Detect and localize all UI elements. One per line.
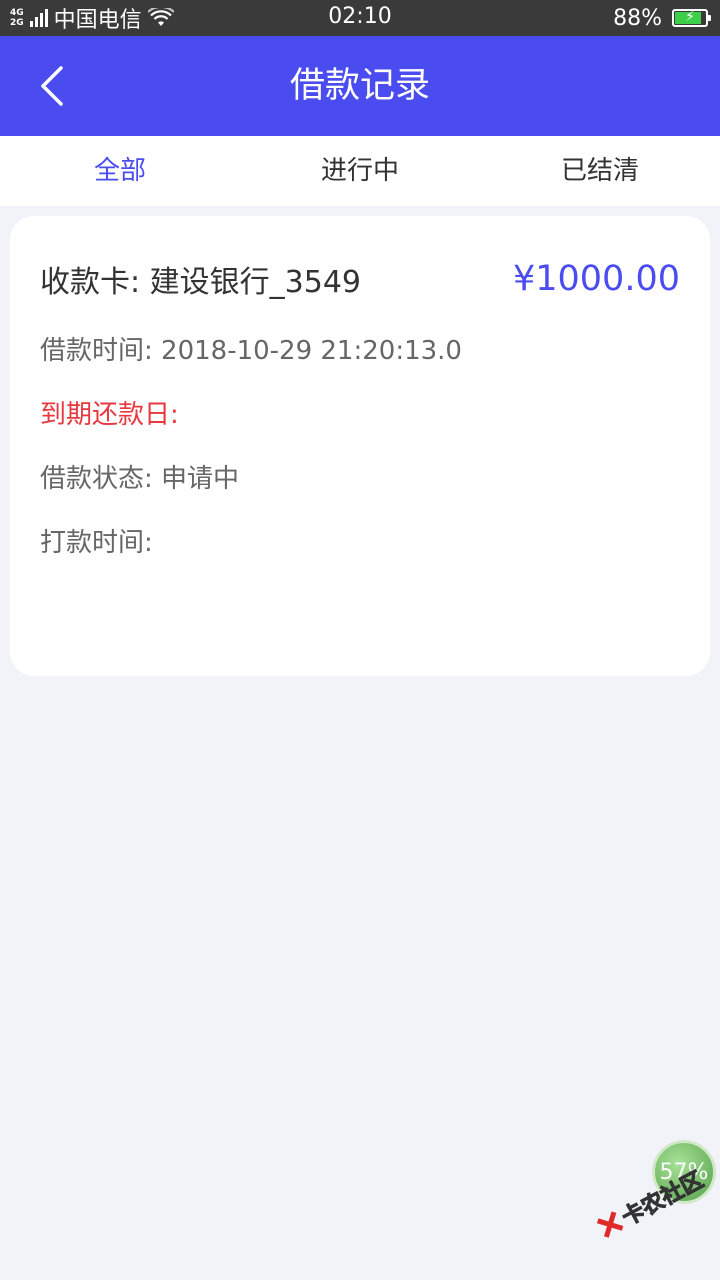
app-header: 借款记录 — [0, 36, 720, 136]
watermark-text: 卡农社区 — [618, 1167, 708, 1232]
card-header-row: 收款卡: 建设银行_3549 ¥1000.00 — [40, 256, 680, 302]
loan-amount: ¥1000.00 — [512, 259, 680, 299]
receiving-card-label: 收款卡: 建设银行_3549 — [40, 265, 361, 300]
filter-tabs: 全部 进行中 已结清 — [0, 136, 720, 206]
loan-record-card[interactable]: 收款卡: 建设银行_3549 ¥1000.00 借款时间: 2018-10-29… — [10, 216, 710, 676]
status-time: 02:10 — [328, 4, 392, 29]
tab-settled[interactable]: 已结清 — [480, 136, 720, 206]
due-date: 到期还款日: — [40, 400, 179, 430]
tab-all[interactable]: 全部 — [0, 136, 240, 206]
charging-bolt-icon: ⚡ — [685, 9, 695, 25]
loan-status: 借款状态: 申请中 — [40, 464, 240, 494]
page-title: 借款记录 — [289, 66, 430, 106]
status-right: 88% ⚡ — [613, 4, 711, 32]
watermark-logo-icon — [595, 1210, 625, 1240]
battery-percent: 88% — [613, 5, 662, 31]
loan-time: 借款时间: 2018-10-29 21:20:13.0 — [40, 336, 462, 366]
tab-in-progress[interactable]: 进行中 — [240, 136, 480, 206]
payment-time: 打款时间: — [40, 528, 153, 558]
battery-icon: ⚡ — [672, 9, 711, 27]
status-bar: 4G 2G 中国电信 02:10 88% ⚡ — [0, 0, 720, 36]
